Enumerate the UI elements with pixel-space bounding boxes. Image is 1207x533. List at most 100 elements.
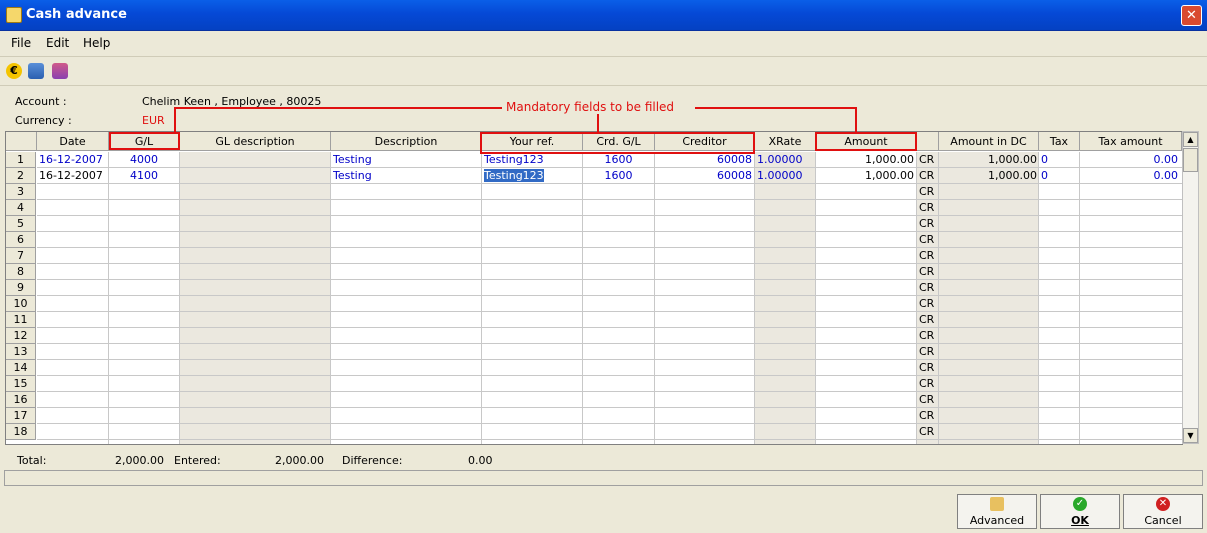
cell-description[interactable]: Testing — [333, 152, 479, 168]
row-number[interactable]: 10 — [6, 296, 36, 312]
book-icon[interactable] — [52, 63, 68, 79]
row-number[interactable]: 4 — [6, 200, 36, 216]
cell-date[interactable]: 16-12-2007 — [39, 168, 107, 184]
col-amount-dc[interactable]: Amount in DC — [939, 132, 1039, 151]
checkmark-icon: ✓ — [1073, 497, 1087, 511]
row-number[interactable]: 16 — [6, 392, 36, 408]
cancel-button[interactable]: ✕ Cancel — [1123, 494, 1203, 529]
cell-dc[interactable]: CR — [919, 248, 934, 264]
cell-dc[interactable]: CR — [919, 280, 934, 296]
row-number[interactable]: 2 — [6, 168, 36, 184]
row-number[interactable]: 1 — [6, 152, 36, 168]
cell-creditor[interactable]: 60008 — [657, 168, 752, 184]
annotation-line — [174, 107, 176, 133]
annotation-line — [174, 107, 502, 109]
cell-gl[interactable]: 4000 — [111, 152, 177, 168]
ok-label: OK — [1071, 514, 1089, 527]
scroll-up-icon[interactable]: ▲ — [1183, 132, 1198, 147]
cell-tax-amount[interactable]: 0.00 — [1082, 152, 1179, 168]
row-number[interactable]: 11 — [6, 312, 36, 328]
cell-gl-desc[interactable] — [182, 168, 328, 184]
journal-grid[interactable]: Date G/L GL description Description Your… — [5, 131, 1183, 445]
col-gl-description[interactable]: GL description — [180, 132, 331, 151]
row-number[interactable]: 12 — [6, 328, 36, 344]
row-number[interactable]: 15 — [6, 376, 36, 392]
col-xrate[interactable]: XRate — [755, 132, 816, 151]
total-value: 2,000.00 — [115, 454, 164, 467]
cell-crd-gl[interactable]: 1600 — [585, 168, 652, 184]
cell-gl[interactable]: 4100 — [111, 168, 177, 184]
advanced-button[interactable]: Advanced — [957, 494, 1037, 529]
cell-tax[interactable]: 0 — [1041, 168, 1077, 184]
annotation-box-amount — [815, 132, 917, 151]
cell-amount[interactable]: 1,000.00 — [818, 152, 914, 168]
menu-help[interactable]: Help — [83, 36, 110, 50]
cell-dc[interactable]: CR — [919, 360, 934, 376]
row-number[interactable]: 8 — [6, 264, 36, 280]
cell-xrate[interactable]: 1.00000 — [757, 168, 813, 184]
grid-scrollbar[interactable]: ▲ ▼ — [1182, 131, 1199, 444]
cell-dc[interactable]: CR — [919, 408, 934, 424]
cell-dc[interactable]: CR — [919, 232, 934, 248]
annotation-line — [695, 107, 857, 109]
row-number[interactable]: 14 — [6, 360, 36, 376]
grid-corner — [6, 132, 37, 151]
currency-icon[interactable]: € — [6, 63, 22, 79]
row-number[interactable]: 9 — [6, 280, 36, 296]
menu-file[interactable]: File — [11, 36, 31, 50]
cell-dc[interactable]: CR — [919, 424, 934, 440]
cell-dc[interactable]: CR — [919, 312, 934, 328]
cell-xrate[interactable]: 1.00000 — [757, 152, 813, 168]
row-number[interactable]: 7 — [6, 248, 36, 264]
col-dc[interactable] — [917, 132, 939, 151]
col-description[interactable]: Description — [331, 132, 482, 151]
ok-button[interactable]: ✓ OK — [1040, 494, 1120, 529]
row-number[interactable]: 13 — [6, 344, 36, 360]
advanced-label: Advanced — [969, 514, 1025, 527]
cell-your-ref[interactable]: Testing123 — [484, 168, 580, 184]
cell-gl-desc[interactable] — [182, 152, 328, 168]
cell-dc[interactable]: CR — [919, 392, 934, 408]
row-number[interactable]: 18 — [6, 424, 36, 440]
cell-amount-dc[interactable]: 1,000.00 — [941, 168, 1037, 184]
cell-dc[interactable]: CR — [919, 376, 934, 392]
col-tax-amount[interactable]: Tax amount — [1080, 132, 1182, 151]
process-icon[interactable] — [28, 63, 44, 79]
scroll-down-icon[interactable]: ▼ — [1183, 428, 1198, 443]
col-tax[interactable]: Tax — [1039, 132, 1080, 151]
row-number[interactable]: 3 — [6, 184, 36, 200]
cell-dc[interactable]: CR — [919, 328, 934, 344]
row-number[interactable]: 5 — [6, 216, 36, 232]
close-button[interactable]: ✕ — [1181, 5, 1202, 26]
cell-tax-amount[interactable]: 0.00 — [1082, 168, 1179, 184]
entered-value: 2,000.00 — [275, 454, 324, 467]
toolbar: € — [0, 56, 1207, 86]
cell-crd-gl[interactable]: 1600 — [585, 152, 652, 168]
cell-amount[interactable]: 1,000.00 — [818, 168, 914, 184]
cell-dc[interactable]: CR — [919, 264, 934, 280]
cell-dc[interactable]: CR — [919, 184, 934, 200]
cell-tax[interactable]: 0 — [1041, 152, 1077, 168]
cell-date[interactable]: 16-12-2007 — [39, 152, 107, 168]
advanced-icon — [990, 497, 1004, 511]
scroll-thumb[interactable] — [1183, 148, 1198, 172]
difference-value: 0.00 — [468, 454, 493, 467]
account-label: Account : — [15, 95, 67, 108]
cell-amount-dc[interactable]: 1,000.00 — [941, 152, 1037, 168]
row-number[interactable]: 6 — [6, 232, 36, 248]
entered-label: Entered: — [174, 454, 221, 467]
col-date[interactable]: Date — [37, 132, 109, 151]
amount-dc-shade — [939, 152, 1039, 444]
cell-creditor[interactable]: 60008 — [657, 152, 752, 168]
cell-dc[interactable]: CR — [919, 216, 934, 232]
cell-dc[interactable]: CR — [919, 344, 934, 360]
cell-description[interactable]: Testing — [333, 168, 479, 184]
row-number[interactable]: 17 — [6, 408, 36, 424]
cell-dc[interactable]: CR — [919, 152, 937, 168]
cell-dc[interactable]: CR — [919, 200, 934, 216]
cell-your-ref[interactable]: Testing123 — [484, 152, 580, 168]
cell-dc[interactable]: CR — [919, 296, 934, 312]
menu-edit[interactable]: Edit — [46, 36, 69, 50]
cell-dc[interactable]: CR — [919, 168, 937, 184]
title-bar: Cash advance ✕ — [0, 0, 1207, 31]
